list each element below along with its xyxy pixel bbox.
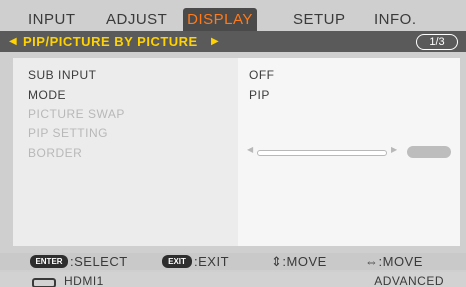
guide-move-vertical-label: ⇕:MOVE xyxy=(271,254,327,269)
slider-value-box xyxy=(407,146,451,158)
menu-item-border: BORDER xyxy=(28,146,83,160)
menu-item-sub-input[interactable]: SUB INPUT xyxy=(28,68,97,82)
sub-input-value[interactable]: OFF xyxy=(249,68,275,82)
slider-right-arrow-icon: ▶ xyxy=(391,145,398,154)
border-slider: ◀ ▶ xyxy=(247,145,452,158)
current-source-label: HDMI1 xyxy=(64,274,104,287)
key-guide-bar: ENTER :SELECT EXIT :EXIT ⇕:MOVE ⇔:MOVE xyxy=(0,253,466,270)
menu-item-mode[interactable]: MODE xyxy=(28,88,66,102)
guide-exit-label: :EXIT xyxy=(194,254,230,269)
tab-info[interactable]: INFO. xyxy=(374,8,417,31)
right-arrow-icon[interactable]: ▶ xyxy=(211,31,219,52)
mode-value[interactable]: PIP xyxy=(249,88,270,102)
hdmi-connector-icon xyxy=(32,278,56,287)
enter-key-icon: ENTER xyxy=(30,255,68,268)
tab-setup[interactable]: SETUP xyxy=(293,8,346,31)
submenu-titlebar: ◀ PIP/PICTURE BY PICTURE ▶ 1/3 xyxy=(0,31,466,52)
menu-item-picture-swap: PICTURE SWAP xyxy=(28,107,125,121)
guide-select-label: :SELECT xyxy=(70,254,128,269)
guide-move-horizontal-label: ⇔:MOVE xyxy=(365,254,423,269)
tab-display[interactable]: DISPLAY xyxy=(183,8,257,31)
tab-input[interactable]: INPUT xyxy=(28,8,76,31)
status-bar: HDMI1 ADVANCED xyxy=(0,272,466,287)
exit-key-icon: EXIT xyxy=(162,255,192,268)
menu-mode-label: ADVANCED xyxy=(374,274,444,287)
slider-track xyxy=(257,150,387,156)
submenu-title: PIP/PICTURE BY PICTURE xyxy=(23,34,198,49)
tab-adjust[interactable]: ADJUST xyxy=(106,8,167,31)
left-arrow-icon[interactable]: ◀ xyxy=(9,31,17,52)
menu-tabs: INPUT ADJUST DISPLAY SETUP INFO. xyxy=(0,8,466,31)
page-indicator: 1/3 xyxy=(416,34,458,50)
menu-item-pip-setting: PIP SETTING xyxy=(28,126,108,140)
slider-left-arrow-icon: ◀ xyxy=(247,145,254,154)
projector-osd: INPUT ADJUST DISPLAY SETUP INFO. ◀ PIP/P… xyxy=(0,0,466,287)
